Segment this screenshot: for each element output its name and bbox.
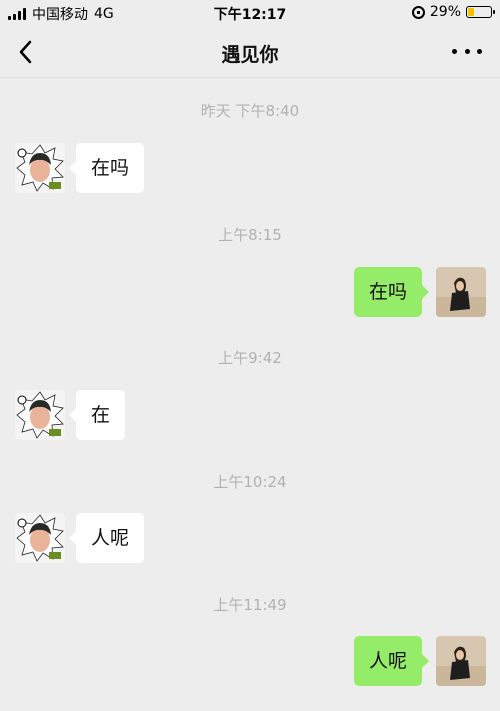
timestamp: 上午10:24 (213, 473, 287, 491)
avatar-image (15, 513, 65, 563)
battery-percent: 29% (429, 4, 461, 20)
message-row: 在吗 (0, 267, 500, 317)
rotation-lock-icon (411, 5, 425, 19)
message-bubble-incoming[interactable]: 在吗 (68, 143, 145, 193)
chat-header: 遇见你 (0, 26, 500, 78)
timestamp: 上午11:49 (213, 596, 287, 614)
avatar-image (15, 143, 65, 193)
message-bubble-outgoing[interactable]: 在吗 (353, 267, 430, 317)
avatar-image (436, 267, 486, 317)
my-avatar[interactable] (436, 267, 486, 317)
battery-fill (468, 8, 474, 16)
more-button[interactable] (452, 40, 482, 62)
chat-title: 遇见你 (221, 44, 279, 66)
message-bubble-outgoing[interactable]: 人呢 (353, 636, 430, 686)
contact-avatar[interactable] (15, 513, 65, 563)
status-bar: 中国移动 4G 下午12:17 29% (0, 0, 500, 26)
timestamp: 上午8:15 (218, 226, 282, 244)
avatar-image (15, 390, 65, 440)
contact-avatar[interactable] (15, 390, 65, 440)
message-row: 在吗 (0, 143, 500, 193)
battery-icon (466, 6, 495, 18)
message-bubble-incoming[interactable]: 在 (68, 390, 126, 440)
more-dots-icon (452, 48, 457, 54)
timestamp: 昨天 下午8:40 (200, 102, 300, 120)
contact-avatar[interactable] (15, 143, 65, 193)
status-right: 29% (411, 4, 495, 20)
message-row: 人呢 (0, 513, 500, 563)
message-bubble-incoming[interactable]: 人呢 (68, 513, 145, 563)
timestamp: 上午9:42 (218, 349, 282, 367)
message-row: 人呢 (0, 636, 500, 686)
message-row: 在 (0, 390, 500, 440)
avatar-image (436, 636, 486, 686)
my-avatar[interactable] (436, 636, 486, 686)
